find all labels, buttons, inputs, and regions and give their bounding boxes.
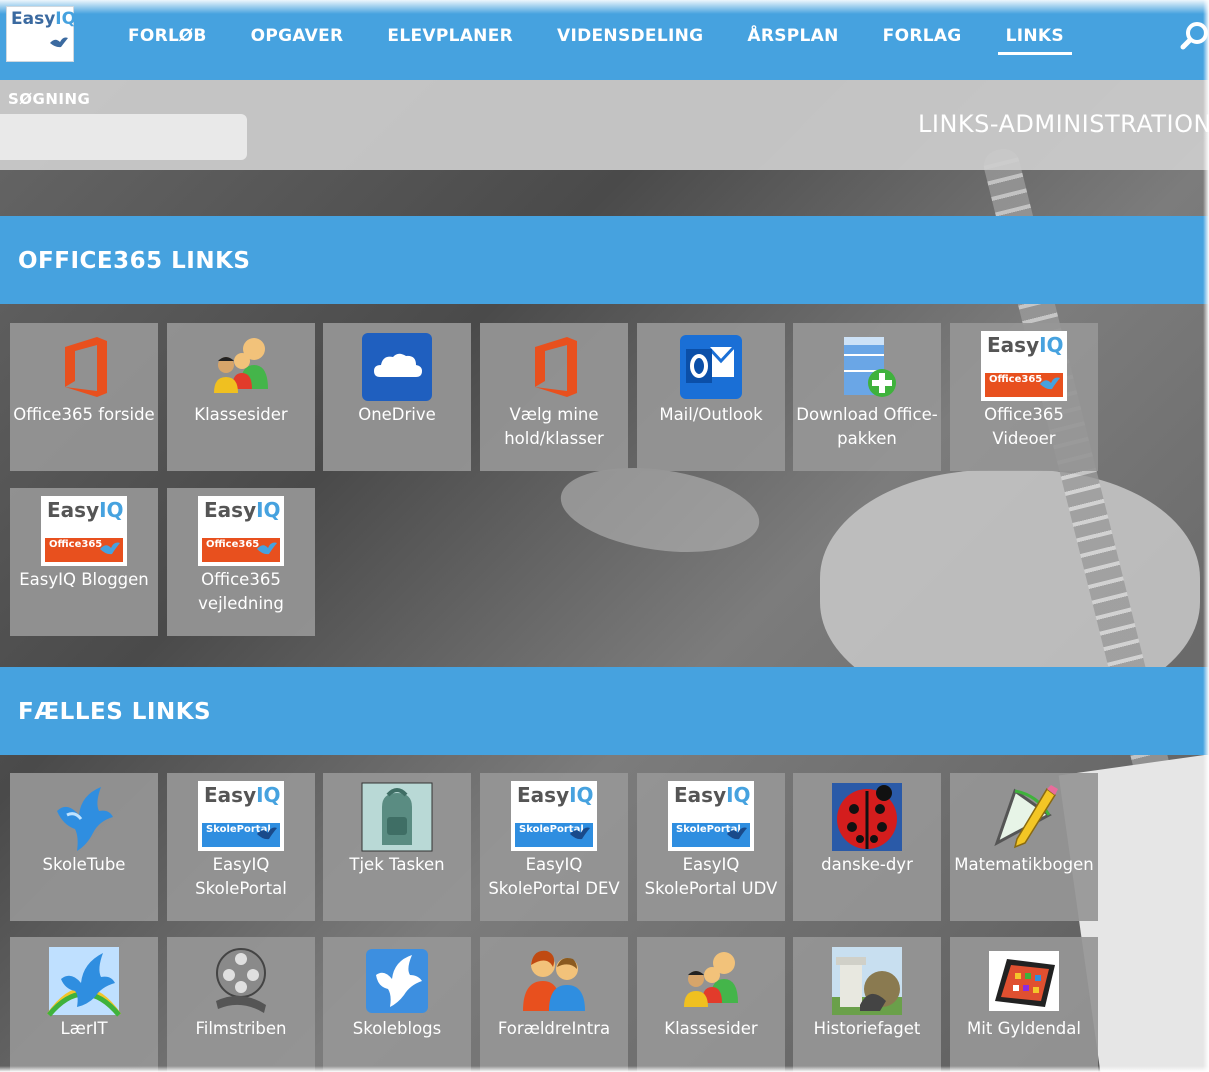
group-people-icon <box>214 338 268 393</box>
tile-onedrive[interactable]: OneDrive <box>323 323 471 471</box>
download-package-icon <box>844 337 896 397</box>
search-input[interactable] <box>0 114 247 160</box>
tile-mail-outlook[interactable]: Mail/Outlook <box>637 323 785 471</box>
tile-skoleblogs[interactable]: Skoleblogs <box>323 937 471 1072</box>
tile-office365-forside[interactable]: Office365 forside <box>10 323 158 471</box>
tile-foraeldreintra[interactable]: ForældreIntra <box>480 937 628 1072</box>
tile-skoletube[interactable]: SkoleTube <box>10 773 158 921</box>
nav-aarsplan[interactable]: ÅRSPLAN <box>747 26 838 46</box>
white-bird-icon <box>366 949 428 1013</box>
nav-links[interactable]: LINKS <box>997 26 1073 55</box>
main-menu: FORLØB OPGAVER ELEVPLANER VIDENSDELING Å… <box>128 26 1108 55</box>
easyiq-office365-icon: EasyIQ Office365 <box>198 496 284 566</box>
tile-vaelg-mine-hold[interactable]: Vælg mine hold/klasser <box>480 323 628 471</box>
tile-easyiq-skoleportal[interactable]: EasyIQ SkolePortal EasyIQ SkolePortal <box>167 773 315 921</box>
nav-forlag[interactable]: FORLAG <box>883 26 962 46</box>
group-people-icon <box>684 952 738 1007</box>
search-label: SØGNING <box>8 90 91 108</box>
tile-historiefaget[interactable]: Historiefaget <box>793 937 941 1072</box>
search-panel: SØGNING LINKS-ADMINISTRATION <box>0 80 1209 170</box>
bluebird-icon <box>57 787 113 851</box>
tile-office365-vejledning[interactable]: EasyIQ Office365 Office365 vejledning <box>167 488 315 636</box>
office365-icon <box>535 337 577 397</box>
nav-opgaver[interactable]: OPGAVER <box>251 26 344 46</box>
nav-vidensdeling[interactable]: VIDENSDELING <box>557 26 703 46</box>
tile-filmstriben[interactable]: Filmstriben <box>167 937 315 1072</box>
easyiq-logo[interactable]: EasyIQ <box>6 6 76 62</box>
tile-danske-dyr[interactable]: danske-dyr <box>793 773 941 921</box>
tile-easyiq-skoleportal-dev[interactable]: EasyIQ SkolePortal EasyIQ SkolePortal DE… <box>480 773 628 921</box>
background-photo <box>555 456 765 564</box>
easyiq-skoleportal-icon: EasyIQ SkolePortal <box>511 781 597 851</box>
tile-download-office[interactable]: Download Office-pakken <box>793 323 941 471</box>
tile-office365-videoer[interactable]: EasyIQ Office365 Office365 Videoer <box>950 323 1098 471</box>
easyiq-skoleportal-icon: EasyIQ SkolePortal <box>668 781 754 851</box>
tile-easyiq-skoleportal-udv[interactable]: EasyIQ SkolePortal EasyIQ SkolePortal UD… <box>637 773 785 921</box>
film-reel-icon <box>216 948 266 1013</box>
ladybug-icon <box>832 783 902 851</box>
nav-forloeb[interactable]: FORLØB <box>128 26 207 46</box>
page: EasyIQ FORLØB OPGAVER ELEVPLANER VIDENSD… <box>0 0 1209 1072</box>
onedrive-icon <box>362 333 432 401</box>
backpack-icon <box>361 782 433 852</box>
tile-laerit[interactable]: LærIT <box>10 937 158 1072</box>
tile-klassesider-2[interactable]: Klassesider <box>637 937 785 1072</box>
easyiq-office365-icon: EasyIQ Office365 <box>41 496 127 566</box>
history-column-icon <box>832 947 902 1015</box>
protractor-pencil-icon <box>994 785 1058 849</box>
section-title: OFFICE365 LINKS <box>18 248 251 274</box>
outlook-icon <box>680 335 742 399</box>
top-navigation: EasyIQ FORLØB OPGAVER ELEVPLANER VIDENSD… <box>0 0 1209 80</box>
tile-klassesider[interactable]: Klassesider <box>167 323 315 471</box>
parents-icon <box>523 950 585 1011</box>
easyiq-skoleportal-icon: EasyIQ SkolePortal <box>198 781 284 851</box>
tablet-icon <box>989 951 1059 1011</box>
tile-tjek-tasken[interactable]: Tjek Tasken <box>323 773 471 921</box>
section-faelles: FÆLLES LINKS <box>0 667 1209 755</box>
easyiq-office365-video-icon: EasyIQ Office365 <box>981 331 1067 401</box>
section-office365: OFFICE365 LINKS <box>0 216 1209 304</box>
tile-mit-gyldendal[interactable]: Mit Gyldendal <box>950 937 1098 1072</box>
tile-easyiq-bloggen[interactable]: EasyIQ Office365 EasyIQ Bloggen <box>10 488 158 636</box>
bluebird-rainbow-icon <box>47 947 121 1017</box>
nav-elevplaner[interactable]: ELEVPLANER <box>387 26 513 46</box>
office365-icon <box>65 337 107 397</box>
section-title: FÆLLES LINKS <box>18 699 212 725</box>
bird-icon <box>50 37 68 48</box>
tile-matematikbogen[interactable]: Matematikbogen <box>950 773 1098 921</box>
links-admin-title[interactable]: LINKS-ADMINISTRATION <box>918 110 1209 138</box>
